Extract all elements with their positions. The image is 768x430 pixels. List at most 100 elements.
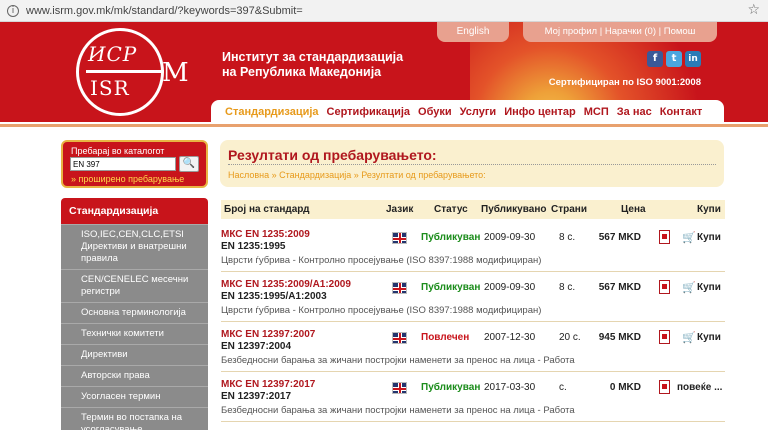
url-text[interactable]: www.isrm.gov.mk/mk/standard/?keywords=39… (26, 5, 303, 17)
cart-icon[interactable]: 🛒 (682, 231, 696, 244)
sidebar-item-technical-committees[interactable]: Технички комитети (61, 323, 208, 344)
language-switch[interactable]: English (437, 22, 509, 42)
price: 0 MKD (609, 382, 641, 393)
sidebar-item-term-in-procedure[interactable]: Термин во постапка на усогласување (61, 407, 208, 430)
search-icon: 🔍 (182, 158, 196, 169)
sidebar: Стандардизација ISO,IEC,CEN,CLC,ETSI Дир… (61, 198, 208, 430)
col-standard-number: Број на стандард (224, 204, 310, 215)
sidebar-item-copyright[interactable]: Авторски права (61, 365, 208, 386)
buy-link[interactable]: Купи (697, 332, 721, 343)
title-divider (228, 164, 716, 165)
search-button[interactable]: 🔍 (179, 156, 199, 172)
buy-link[interactable]: Купи (697, 282, 721, 293)
english-flag-icon (392, 282, 407, 294)
sidebar-item-harmonized-term[interactable]: Усогласен термин (61, 386, 208, 407)
pdf-icon[interactable] (659, 380, 670, 394)
buy-link[interactable]: Купи (697, 232, 721, 243)
standard-title: Безбедносни барања за жичани постројки н… (221, 355, 575, 366)
published-date: 2017-03-30 (484, 382, 536, 393)
search-label: Пребарај во каталогот (71, 146, 165, 156)
page-count: с. (559, 382, 567, 393)
nav-certification[interactable]: Сертификација (327, 106, 411, 118)
english-flag-icon (392, 382, 407, 394)
standard-link[interactable]: МКС EN 12397:2017 (221, 379, 315, 390)
cart-icon[interactable]: 🛒 (682, 281, 696, 294)
results-table-header: Број на стандард Јазик Статус Публикуван… (221, 200, 725, 219)
info-icon[interactable]: i (7, 4, 19, 17)
standard-equivalent: EN 1235:1995/A1:2003 (221, 291, 327, 302)
standard-title: Цврсти ѓубрива - Контролно просејување (… (221, 255, 542, 266)
logo-bar (86, 70, 164, 73)
col-pages: Страни (551, 204, 587, 215)
nav-info-center[interactable]: Инфо центар (504, 106, 576, 118)
help-link[interactable]: Помош (664, 26, 696, 37)
sidebar-item-terminology[interactable]: Основна терминологија (61, 302, 208, 323)
col-buy: Купи (697, 204, 721, 215)
status-badge: Публикуван (421, 232, 481, 243)
standard-title: Цврсти ѓубрива - Контролно просејување (… (221, 305, 542, 316)
breadcrumb[interactable]: Насловна » Стандардизација » Резултати о… (228, 170, 486, 180)
sidebar-item-directives[interactable]: Директиви (61, 344, 208, 365)
nav-about[interactable]: За нас (617, 106, 652, 118)
pdf-icon[interactable] (659, 330, 670, 344)
page-count: 8 с. (559, 232, 576, 243)
table-row: МКС EN 12397:2017 EN 12397:2017 Безбедно… (221, 372, 725, 422)
org-name-line1: Институт за стандардизација (222, 50, 404, 64)
standard-link[interactable]: МКС EN 1235:2009 (221, 229, 310, 240)
browser-address-bar[interactable]: i www.isrm.gov.mk/mk/standard/?keywords=… (0, 0, 768, 22)
nav-divider (0, 124, 768, 127)
col-published: Публикувано (481, 204, 547, 215)
col-language: Јазик (386, 204, 414, 215)
linkedin-icon[interactable]: in (685, 51, 701, 67)
sidebar-title[interactable]: Стандардизација (61, 198, 208, 224)
logo-text-cyrillic: ИСР (88, 42, 138, 66)
orders-link[interactable]: Нарачки (0) (605, 26, 656, 37)
nav-services[interactable]: Услуги (460, 106, 497, 118)
price: 567 MKD (598, 232, 641, 243)
twitter-icon[interactable]: t (666, 51, 682, 67)
standard-title: Безбедносни барања за жичани постројки н… (221, 405, 575, 416)
organization-name: Институт за стандардизација на Република… (222, 50, 403, 80)
facebook-icon[interactable]: f (647, 51, 663, 67)
standard-equivalent: EN 12397:2004 (221, 341, 292, 352)
catalog-search-box: Пребарај во каталогот 🔍 » проширено преб… (61, 140, 208, 188)
bookmark-star-icon[interactable]: ☆ (747, 2, 760, 18)
more-link[interactable]: повеќе ... (677, 382, 722, 393)
logo-m: M (162, 58, 189, 88)
table-row: МКС EN 1235:2009 EN 1235:1995 Цврсти ѓуб… (221, 222, 725, 272)
isrm-logo[interactable]: ИСР ISR M (76, 28, 189, 118)
profile-link[interactable]: Мој профил (545, 26, 597, 37)
standard-link[interactable]: МКС EN 12397:2007 (221, 329, 315, 340)
status-badge: Публикуван (421, 382, 481, 393)
cart-icon[interactable]: 🛒 (682, 331, 696, 344)
advanced-search-link[interactable]: » проширено пребарување (71, 174, 184, 184)
standard-equivalent: EN 1235:1995 (221, 241, 286, 252)
table-row: МКС EN 1235:2009/A1:2009 EN 1235:1995/A1… (221, 272, 725, 322)
page-count: 8 с. (559, 282, 576, 293)
published-date: 2009-09-30 (484, 282, 536, 293)
pdf-icon[interactable] (659, 230, 670, 244)
price: 567 MKD (598, 282, 641, 293)
nav-sme[interactable]: МСП (584, 106, 609, 118)
search-input[interactable] (70, 157, 176, 171)
results-header: Резултати од пребарувањето: Насловна » С… (220, 140, 724, 187)
nav-trainings[interactable]: Обуки (418, 106, 452, 118)
sidebar-item-monthly-registers[interactable]: CEN/CENELEC месечни регистри (61, 269, 208, 302)
certification-text: Сертифициран по ISO 9001:2008 (548, 77, 701, 88)
user-links: Мој профил | Нарачки (0) | Помош (523, 22, 717, 42)
status-badge: Повлечен (421, 332, 470, 343)
english-flag-icon (392, 332, 407, 344)
col-price: Цена (621, 204, 646, 215)
nav-standardization[interactable]: Стандардизација (225, 106, 319, 118)
col-status: Статус (434, 204, 468, 215)
org-name-line2: на Република Македонија (222, 65, 382, 79)
sidebar-item-directives-rules[interactable]: ISO,IEC,CEN,CLC,ETSI Директиви и внатреш… (61, 224, 208, 269)
published-date: 2009-09-30 (484, 232, 536, 243)
status-badge: Публикуван (421, 282, 481, 293)
published-date: 2007-12-30 (484, 332, 536, 343)
page-title: Резултати од пребарувањето: (228, 147, 437, 163)
pdf-icon[interactable] (659, 280, 670, 294)
standard-equivalent: EN 12397:2017 (221, 391, 292, 402)
nav-contact[interactable]: Контакт (660, 106, 702, 118)
standard-link[interactable]: МКС EN 1235:2009/A1:2009 (221, 279, 351, 290)
